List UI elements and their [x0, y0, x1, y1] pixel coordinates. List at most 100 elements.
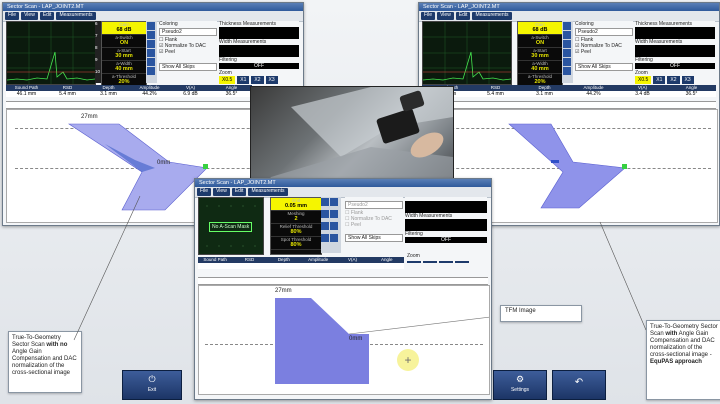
gear-icon: ⚙	[515, 374, 525, 384]
increase-button[interactable]	[563, 49, 571, 57]
relief-threshold-param[interactable]: Relief Threshold 80%	[271, 224, 321, 237]
measurement-values: 46.1 mm 5.4 mm 3.1 mm 44.2% 3.4 dB 36.5°	[422, 91, 716, 97]
menu-measurements[interactable]: Measurements	[248, 188, 288, 196]
menu-measurements[interactable]: Measurements	[56, 12, 96, 20]
a-width-param[interactable]: a-Width 40 mm	[102, 61, 146, 74]
zoom-button-3[interactable]	[439, 261, 453, 263]
menu-view[interactable]: View	[437, 12, 454, 20]
decrease-button[interactable]	[330, 210, 338, 218]
gain-param[interactable]: Gain 68 dB	[518, 22, 562, 35]
increase-button[interactable]	[563, 22, 571, 30]
menu-file[interactable]: File	[197, 188, 212, 196]
increase-button[interactable]	[563, 31, 571, 39]
zoom-button-4[interactable]	[455, 261, 469, 263]
zoom-x2-button[interactable]: X2	[667, 76, 680, 84]
col-angle: Angle	[381, 257, 393, 262]
peel-checkbox[interactable]: ☐ Peel	[345, 222, 403, 228]
increase-button[interactable]	[321, 234, 329, 242]
zoom-x3-button[interactable]: X3	[265, 76, 278, 84]
horizontal-ruler	[198, 277, 488, 285]
value-va: 3.4 dB	[635, 91, 650, 97]
coloring-select[interactable]: Pseudo2	[345, 201, 403, 209]
gain-param[interactable]: Gain 68 dB	[102, 22, 146, 35]
increase-button[interactable]	[147, 31, 155, 39]
ascan-display[interactable]	[422, 21, 512, 85]
filtering-value[interactable]: OFF	[635, 63, 715, 69]
ascan-display[interactable]	[6, 21, 96, 85]
measurements-panel: Thickness Measurements Width Measurement…	[635, 21, 715, 84]
value-rsd: 5.4 mm	[487, 91, 504, 97]
a-start-param[interactable]: a-Start 30 mm	[102, 48, 146, 61]
meshing-param[interactable]: Meshing 2	[271, 211, 321, 224]
settings-button[interactable]: ⚙ Settings	[493, 370, 547, 400]
zoom-x0.5-button[interactable]: X0.5	[219, 76, 236, 84]
increase-button[interactable]	[147, 40, 155, 48]
back-arrow-icon: ↶	[574, 377, 584, 388]
skips-select[interactable]: Show All Skips	[575, 63, 633, 71]
zoom-x3-button[interactable]: X3	[681, 76, 694, 84]
a-switch-param[interactable]: a-Switch ON	[518, 35, 562, 48]
horizontal-ruler	[422, 101, 716, 109]
tfm-image[interactable]: 27mm 0mm +	[198, 285, 490, 395]
increase-button[interactable]	[321, 198, 329, 206]
zoom-button-2[interactable]	[423, 261, 437, 263]
depth-label-0mm: 0mm	[157, 160, 171, 166]
increase-button[interactable]	[321, 210, 329, 218]
a-width-param[interactable]: a-Width 40 mm	[518, 61, 562, 74]
menu-edit[interactable]: Edit	[231, 188, 247, 196]
ascan-display[interactable]: No A-Scan Mask	[198, 197, 264, 255]
value-sound-path: 46.1 mm	[16, 91, 37, 97]
increase-button[interactable]	[321, 222, 329, 230]
measurement-headers: Sound Path RSD Depth Amplitude V(A) Angl…	[198, 257, 404, 263]
menu-file[interactable]: File	[421, 12, 436, 20]
arrow-button-column	[146, 21, 157, 83]
tfm-image-label: TFM Image	[500, 305, 582, 322]
menu-view[interactable]: View	[21, 12, 38, 20]
measurement-values	[198, 263, 404, 269]
peel-checkbox[interactable]: ☑ Peel	[159, 49, 217, 55]
skips-select[interactable]: Show All Skips	[345, 234, 403, 242]
decrease-button[interactable]	[330, 198, 338, 206]
menu-edit[interactable]: Edit	[455, 12, 471, 20]
spot-threshold-param[interactable]: Spot Threshold 80%	[271, 237, 321, 250]
increase-button[interactable]	[147, 67, 155, 75]
menu-measurements[interactable]: Measurements	[472, 12, 512, 20]
increase-button[interactable]	[563, 58, 571, 66]
peel-checkbox[interactable]: ☑ Peel	[575, 49, 633, 55]
zoom-button-1[interactable]	[407, 261, 421, 263]
cursor-crosshair[interactable]: +	[397, 349, 419, 371]
right-callout: True-To-Geometry Sector Scan with Angle …	[646, 320, 720, 400]
increase-button[interactable]	[147, 22, 155, 30]
increase-button[interactable]	[147, 49, 155, 57]
grid-param[interactable]: Grid 0.05 mm	[271, 198, 321, 211]
zoom-x1-button[interactable]: X1	[237, 76, 250, 84]
a-start-param[interactable]: a-Start 30 mm	[518, 48, 562, 61]
zoom-x0.5-button[interactable]: X0.5	[635, 76, 652, 84]
menu-edit[interactable]: Edit	[39, 12, 55, 20]
back-button[interactable]: ↶	[552, 370, 606, 400]
col-rsd: RSD	[244, 257, 255, 262]
increase-button[interactable]	[147, 58, 155, 66]
value-va: 6.9 dB	[183, 91, 198, 97]
exit-button[interactable]: ⏻ Exit	[122, 370, 182, 400]
a-switch-param[interactable]: a-Switch ON	[102, 35, 146, 48]
coloring-select[interactable]: Pseudo2	[575, 28, 633, 36]
skips-select[interactable]: Show All Skips	[159, 63, 217, 71]
width-display	[635, 45, 715, 57]
increase-button[interactable]	[563, 67, 571, 75]
decrease-button[interactable]	[330, 222, 338, 230]
width-display	[405, 219, 487, 231]
exit-icon: ⏻	[148, 374, 156, 384]
value-angle: 36.5°	[225, 91, 238, 97]
zoom-x2-button[interactable]: X2	[251, 76, 264, 84]
menu-view[interactable]: View	[213, 188, 230, 196]
filtering-value[interactable]: OFF	[405, 237, 487, 243]
filtering-value[interactable]: OFF	[219, 63, 299, 69]
zoom-x1-button[interactable]: X1	[653, 76, 666, 84]
value-amplitude: 44.2%	[586, 91, 601, 97]
decrease-button[interactable]	[330, 234, 338, 242]
menu-file[interactable]: File	[5, 12, 20, 20]
value-rsd: 5.4 mm	[59, 91, 76, 97]
increase-button[interactable]	[563, 40, 571, 48]
coloring-select[interactable]: Pseudo2	[159, 28, 217, 36]
